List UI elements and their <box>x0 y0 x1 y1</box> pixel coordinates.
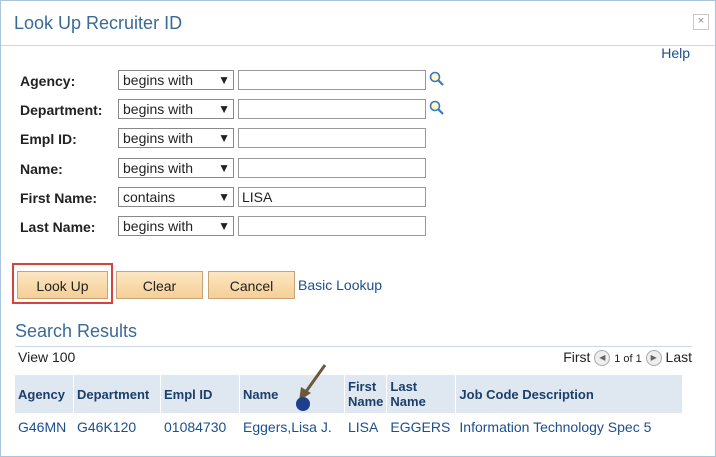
next-icon[interactable]: ▶ <box>645 350 662 367</box>
col-job-code-description[interactable]: Job Code Description <box>455 375 684 413</box>
last-name-operator-value: begins with <box>123 218 194 234</box>
chevron-down-icon: ▼ <box>218 102 230 116</box>
chevron-down-icon: ▼ <box>218 73 230 87</box>
chevron-down-icon: ▼ <box>218 161 230 175</box>
chevron-down-icon: ▼ <box>218 131 230 145</box>
close-icon[interactable]: × <box>693 14 709 30</box>
department-operator-select[interactable]: begins with ▼ <box>118 99 234 119</box>
lookup-dialog: Look Up Recruiter ID × Help Agency: begi… <box>0 0 716 457</box>
last-name-operator-select[interactable]: begins with ▼ <box>118 216 234 236</box>
lookup-highlight-box <box>12 263 113 304</box>
pager-count: 1 of 1 <box>614 353 642 365</box>
cell-last-name[interactable]: EGGERS <box>386 413 457 441</box>
col-first-name[interactable]: First Name <box>344 375 388 413</box>
agency-input[interactable] <box>238 70 426 90</box>
results-header-row: Agency Department Empl ID Name First Nam… <box>15 375 684 413</box>
col-last-name[interactable]: Last Name <box>386 375 457 413</box>
department-input[interactable] <box>238 99 426 119</box>
annotation-arrow-icon <box>296 364 327 411</box>
dialog-titlebar: Look Up Recruiter ID × <box>1 1 715 46</box>
col-agency[interactable]: Agency <box>15 375 74 413</box>
cell-agency[interactable]: G46MN <box>15 413 74 441</box>
magnifier-icon[interactable] <box>429 100 445 116</box>
cell-emplid[interactable]: 01084730 <box>160 413 240 441</box>
cancel-button[interactable]: Cancel <box>208 271 295 299</box>
cell-department[interactable]: G46K120 <box>73 413 161 441</box>
chevron-down-icon: ▼ <box>218 219 230 233</box>
dialog-title: Look Up Recruiter ID <box>14 13 183 33</box>
table-row[interactable]: G46MN G46K120 01084730 Eggers,Lisa J. LI… <box>15 413 684 441</box>
previous-icon[interactable]: ◀ <box>594 350 611 367</box>
agency-operator-value: begins with <box>123 72 194 88</box>
department-label: Department: <box>20 102 103 118</box>
first-name-input[interactable]: LISA <box>238 187 426 207</box>
results-table: Agency Department Empl ID Name First Nam… <box>15 375 684 441</box>
pager: First ◀ 1 of 1 ▶ Last <box>563 349 692 367</box>
agency-operator-select[interactable]: begins with ▼ <box>118 70 234 90</box>
pager-last[interactable]: Last <box>666 349 692 365</box>
results-grid-header-bar: View 100 First ◀ 1 of 1 ▶ Last <box>15 346 692 369</box>
cell-job-code-description[interactable]: Information Technology Spec 5 <box>455 413 684 441</box>
name-label: Name: <box>20 161 63 177</box>
col-department[interactable]: Department <box>73 375 161 413</box>
basic-lookup-link[interactable]: Basic Lookup <box>298 277 382 293</box>
name-input[interactable] <box>238 158 426 178</box>
pager-first[interactable]: First <box>563 349 590 365</box>
first-name-operator-select[interactable]: contains ▼ <box>118 187 234 207</box>
cell-first-name[interactable]: LISA <box>344 413 388 441</box>
clear-button[interactable]: Clear <box>116 271 203 299</box>
search-results-title: Search Results <box>15 321 138 341</box>
cell-name[interactable]: Eggers,Lisa J. <box>239 413 345 441</box>
view-100-link[interactable]: View 100 <box>18 349 75 365</box>
last-name-label: Last Name: <box>20 219 96 235</box>
help-link[interactable]: Help <box>661 45 690 61</box>
emplid-label: Empl ID: <box>20 131 77 147</box>
magnifier-icon[interactable] <box>429 71 445 87</box>
first-name-label: First Name: <box>20 190 98 206</box>
last-name-input[interactable] <box>238 216 426 236</box>
chevron-down-icon: ▼ <box>218 190 230 204</box>
emplid-input[interactable] <box>238 128 426 148</box>
name-operator-value: begins with <box>123 160 194 176</box>
col-emplid[interactable]: Empl ID <box>160 375 240 413</box>
agency-label: Agency: <box>20 73 76 89</box>
emplid-operator-value: begins with <box>123 130 194 146</box>
department-operator-value: begins with <box>123 101 194 117</box>
first-name-operator-value: contains <box>123 189 176 205</box>
name-operator-select[interactable]: begins with ▼ <box>118 158 234 178</box>
emplid-operator-select[interactable]: begins with ▼ <box>118 128 234 148</box>
